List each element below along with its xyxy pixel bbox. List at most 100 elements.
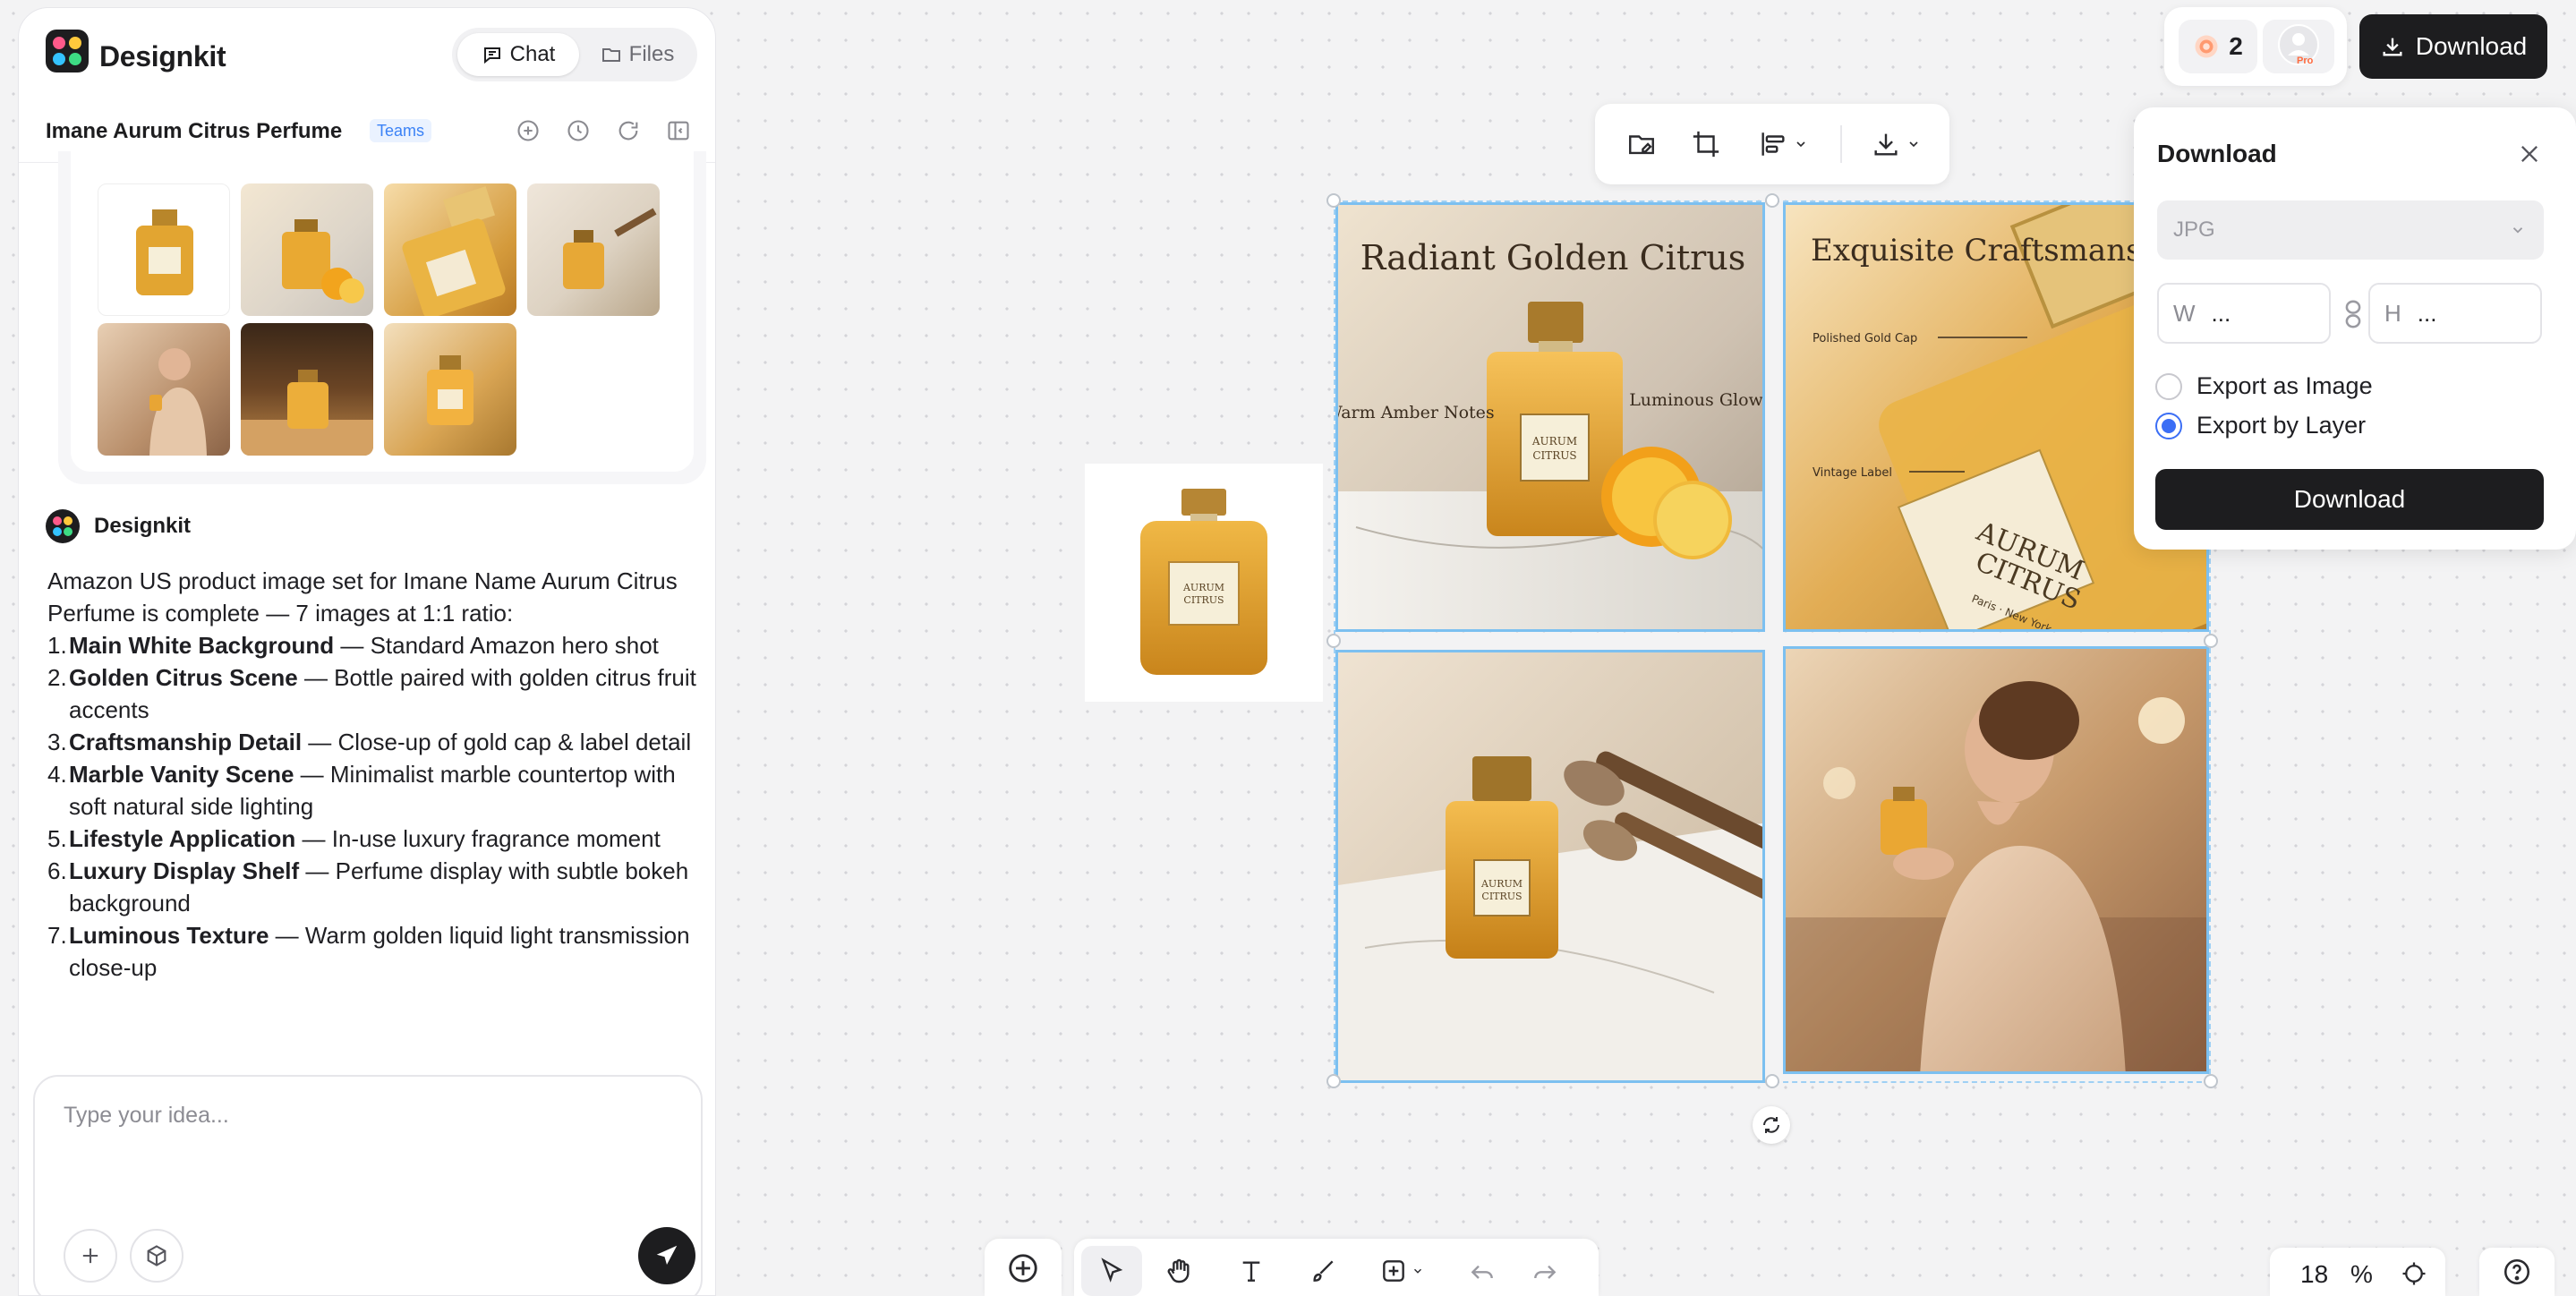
app-name: Designkit xyxy=(99,40,226,72)
format-value: JPG xyxy=(2173,217,2215,242)
user-avatar[interactable]: Pro xyxy=(2263,20,2334,73)
credits-counter[interactable]: 2 xyxy=(2179,20,2257,73)
format-select[interactable]: JPG xyxy=(2157,200,2544,260)
resize-handle-w[interactable] xyxy=(1326,634,1341,648)
tab-files[interactable]: Files xyxy=(583,33,692,76)
export-by-layer-option[interactable]: Export by Layer xyxy=(2155,412,2366,439)
resize-handle-s[interactable] xyxy=(1765,1074,1779,1088)
download-panel: Download JPG W... H... Export as Image E… xyxy=(2134,107,2576,550)
tab-chat-label: Chat xyxy=(509,42,556,66)
thumbnail-golden-citrus[interactable] xyxy=(241,183,373,316)
collapse-panel-icon[interactable] xyxy=(663,115,694,146)
close-icon[interactable] xyxy=(2513,138,2546,170)
resize-handle-sw[interactable] xyxy=(1326,1074,1341,1088)
resize-handle-se[interactable] xyxy=(2204,1074,2218,1088)
download-confirm-button[interactable]: Download xyxy=(2155,469,2544,530)
resize-handle-n[interactable] xyxy=(1765,193,1779,208)
history-icon[interactable] xyxy=(563,115,593,146)
add-attachment-button[interactable] xyxy=(64,1229,117,1283)
image-list: 1. Main White Background — Standard Amazo… xyxy=(47,629,710,984)
tab-chat[interactable]: Chat xyxy=(457,33,579,76)
align-dropdown[interactable] xyxy=(1747,123,1819,166)
thumbnail-display-shelf[interactable] xyxy=(241,323,373,456)
header-download-button[interactable]: Download xyxy=(2359,14,2547,79)
designkit-avatar xyxy=(46,509,80,543)
help-button[interactable] xyxy=(2479,1248,2555,1296)
list-item: 1. Main White Background — Standard Amazo… xyxy=(47,632,659,659)
header-download-label: Download xyxy=(2415,32,2528,60)
tab-files-label: Files xyxy=(628,42,675,66)
thumbnail-luminous-texture[interactable] xyxy=(384,323,516,456)
chevron-down-icon xyxy=(1796,141,1805,148)
download-icon xyxy=(2383,38,2402,56)
radio-export-layer[interactable] xyxy=(2155,412,2182,439)
canvas-tools-bar xyxy=(1074,1239,1599,1296)
redo-icon xyxy=(1534,1265,1557,1279)
pro-badge: Pro xyxy=(2297,55,2314,66)
bottle-label-text: AURUM xyxy=(1182,582,1224,593)
text-tool[interactable] xyxy=(1223,1246,1280,1296)
list-item: 2. Golden Citrus Scene — Bottle paired wi… xyxy=(47,664,696,723)
send-button[interactable] xyxy=(638,1227,695,1284)
project-title[interactable]: Imane Aurum Citrus Perfume xyxy=(46,119,342,144)
canvas-image-golden-citrus[interactable]: Radiant Golden Citrus Warm Amber Notes L… xyxy=(1335,202,1765,632)
resize-handle-nw[interactable] xyxy=(1326,193,1341,208)
credits-value: 2 xyxy=(2229,32,2243,60)
3d-model-button[interactable] xyxy=(130,1229,183,1283)
canvas-image-lifestyle[interactable] xyxy=(1783,646,2209,1074)
bottle-label-text: CITRUS xyxy=(1481,891,1522,902)
height-input[interactable]: H... xyxy=(2368,283,2542,344)
crop-icon xyxy=(1693,131,1719,158)
chevron-down-icon xyxy=(1909,141,1918,148)
teams-badge: Teams xyxy=(370,119,432,142)
thumbnail-main-white[interactable] xyxy=(98,183,230,316)
add-circle-icon[interactable] xyxy=(513,115,543,146)
undo-button[interactable] xyxy=(1454,1246,1511,1296)
rotate-button[interactable] xyxy=(1753,1106,1790,1144)
zoom-value[interactable]: 18 xyxy=(2300,1260,2328,1289)
canvas-image-marble-vanity[interactable]: AURUM CITRUS xyxy=(1335,650,1765,1083)
brush-tool[interactable] xyxy=(1294,1246,1352,1296)
select-tool[interactable] xyxy=(1081,1246,1142,1296)
tile-note-left: Warm Amber Notes xyxy=(1338,403,1495,422)
rotate-icon xyxy=(1763,1117,1779,1133)
prompt-input[interactable]: Type your idea... xyxy=(64,1103,229,1129)
insert-dropdown[interactable] xyxy=(1364,1246,1439,1296)
export-dropdown[interactable] xyxy=(1860,123,1932,166)
canvas-image-main-white[interactable]: AURUM CITRUS xyxy=(1085,464,1323,702)
image-toolbar xyxy=(1595,104,1949,184)
list-item: 4. Marble Vanity Scene — Minimalist marbl… xyxy=(47,761,676,820)
cube-icon xyxy=(147,1245,166,1266)
replace-image-button[interactable] xyxy=(1616,123,1667,166)
thumbnail-marble-vanity[interactable] xyxy=(527,183,660,316)
hand-tool[interactable] xyxy=(1151,1246,1208,1296)
message-intro: Amazon US product image set for Imane Na… xyxy=(47,567,678,627)
resize-handle-e[interactable] xyxy=(2204,634,2218,648)
width-input[interactable]: W... xyxy=(2157,283,2331,344)
thumbnail-lifestyle[interactable] xyxy=(98,323,230,456)
folder-edit-icon xyxy=(1629,135,1654,155)
redo-button[interactable] xyxy=(1516,1246,1574,1296)
image-gallery xyxy=(71,151,694,472)
list-item: 3. Craftsmanship Detail — Close-up of gol… xyxy=(47,729,692,755)
thumbnail-craftsmanship[interactable] xyxy=(384,183,516,316)
add-square-icon xyxy=(1383,1260,1404,1282)
ai-tools-button[interactable] xyxy=(985,1239,1062,1296)
aspect-lock-icon[interactable] xyxy=(2341,299,2365,329)
list-item: 7. Luminous Texture — Warm golden liquid … xyxy=(47,922,690,981)
message-sender: Designkit xyxy=(94,514,192,538)
export-as-image-option[interactable]: Export as Image xyxy=(2155,372,2373,400)
export-by-layer-label: Export by Layer xyxy=(2196,412,2367,439)
zoom-control: 18 % xyxy=(2270,1248,2445,1296)
refresh-icon[interactable] xyxy=(613,115,644,146)
fit-screen-icon[interactable] xyxy=(2401,1260,2427,1287)
crop-button[interactable] xyxy=(1681,123,1731,166)
folder-icon xyxy=(601,48,620,62)
zoom-unit: % xyxy=(2350,1260,2373,1288)
credit-coin-icon xyxy=(2195,35,2218,58)
chat-panel: Designkit Chat Files Imane Aurum Citrus … xyxy=(18,7,716,1296)
radio-export-image[interactable] xyxy=(2155,372,2182,400)
height-value: ... xyxy=(2417,300,2437,327)
panel-tab-switch: Chat Files xyxy=(452,28,697,81)
plus-icon xyxy=(82,1248,98,1264)
